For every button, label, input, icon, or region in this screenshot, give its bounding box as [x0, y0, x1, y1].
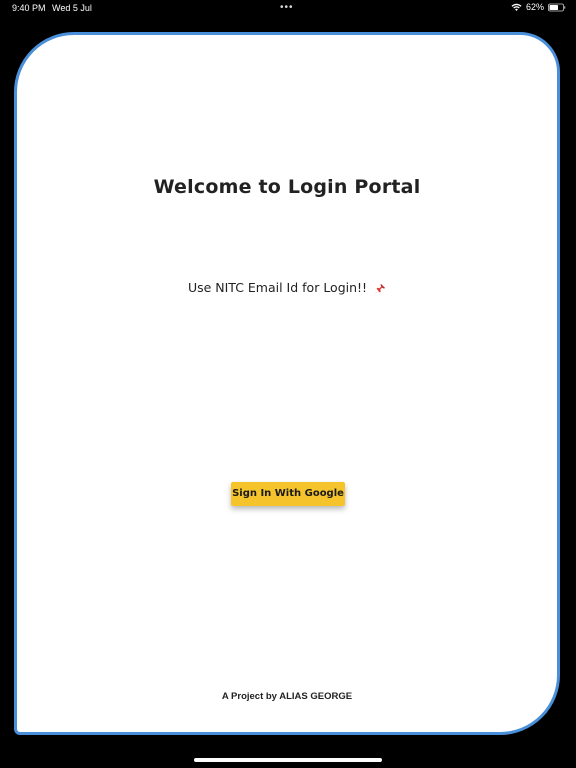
battery-icon	[548, 3, 566, 11]
multitasking-dots[interactable]: •••	[280, 2, 294, 13]
status-bar: 9:40 PM Wed 5 Jul ••• 62%	[0, 0, 576, 18]
screen: 9:40 PM Wed 5 Jul ••• 62% Welcome to Log…	[0, 0, 576, 768]
pin-icon	[375, 283, 386, 294]
status-date: Wed 5 Jul	[52, 3, 92, 13]
status-right: 62%	[511, 2, 566, 12]
login-hint-text: Use NITC Email Id for Login!!	[187, 280, 368, 295]
page-title: Welcome to Login Portal	[153, 176, 421, 198]
google-sign-in-button[interactable]: Sign In With Google	[231, 482, 345, 506]
battery-percent: 62%	[525, 2, 544, 12]
status-time: 9:40 PM	[12, 3, 46, 13]
home-indicator[interactable]	[194, 758, 382, 762]
wifi-icon	[511, 3, 522, 11]
login-hint: Use NITC Email Id for Login!!	[17, 280, 557, 295]
login-card: Welcome to Login Portal Use NITC Email I…	[14, 32, 560, 735]
footer-credit: A Project by ALIAS GEORGE	[221, 691, 353, 702]
